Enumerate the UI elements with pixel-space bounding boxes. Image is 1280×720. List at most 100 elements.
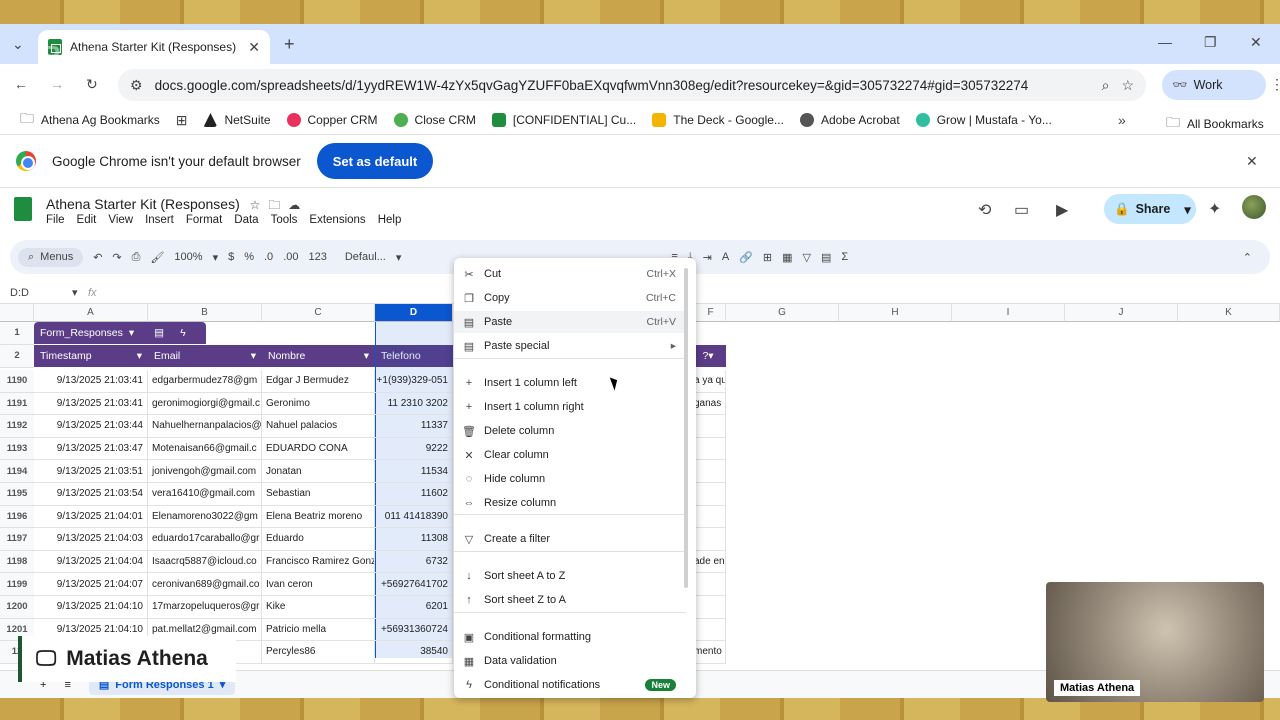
table-view-icon[interactable]: ▤ [154, 327, 164, 339]
table-cell[interactable]: Motenaisan66@gmail.c [148, 437, 262, 461]
table-cell[interactable]: 011 41418390 [375, 505, 453, 529]
link-icon[interactable]: 🔗 [739, 251, 753, 264]
menu-item-paste[interactable]: ▤ Paste Ctrl+V [454, 311, 684, 333]
back-icon[interactable]: ← [14, 76, 28, 92]
menu-view[interactable]: View [108, 214, 133, 226]
set-default-button[interactable]: Set as default [316, 143, 434, 179]
bookmark-copper[interactable]: Copper CRM [281, 113, 384, 127]
table-cell[interactable]: Edgar J Bermudez [262, 370, 375, 393]
bookmark-acrobat[interactable]: Adobe Acrobat [794, 113, 906, 127]
font-dropdown-icon[interactable]: ▾ [396, 251, 402, 264]
table-name-chip[interactable]: Form_Responses ▾ ▤ ϟ [34, 322, 206, 344]
table-cell[interactable]: Kike [262, 596, 375, 619]
column-header-a[interactable]: A [34, 304, 148, 322]
star-icon[interactable]: ☆ [250, 198, 261, 212]
menu-item-insert-1-column-right[interactable]: + Insert 1 column right [454, 396, 684, 418]
menu-data[interactable]: Data [234, 214, 258, 226]
table-cell[interactable]: +56931360724 [375, 618, 453, 642]
table-cell[interactable]: 9/13/2025 21:03:51 [34, 460, 148, 483]
user-avatar[interactable] [1242, 195, 1266, 219]
row-header[interactable]: 1 [0, 322, 34, 345]
menu-item-clear-column[interactable]: ✕ Clear column [454, 444, 684, 466]
table-cell[interactable]: 9/13/2025 21:03:54 [34, 483, 148, 506]
reload-icon[interactable]: ↻ [86, 76, 98, 93]
row-header[interactable]: 1194 [0, 460, 34, 483]
table-cell[interactable]: 9/13/2025 21:03:41 [34, 392, 148, 416]
wrap-icon[interactable]: ⇥ [703, 251, 712, 264]
functions-icon[interactable]: Σ [841, 251, 848, 263]
menu-item-data-validation[interactable]: ▦ Data validation [454, 650, 684, 672]
menu-insert[interactable]: Insert [145, 214, 174, 226]
menu-item-copy[interactable]: ❐ Copy Ctrl+C [454, 287, 684, 309]
row-header[interactable]: 1191 [0, 392, 34, 416]
zoom-icon[interactable]: ⌕ [1102, 77, 1110, 94]
table-cell[interactable]: 11602 [375, 483, 453, 506]
menu-item-create-a-filter[interactable]: ▽ Create a filter [454, 528, 684, 550]
row-header[interactable]: 1197 [0, 528, 34, 551]
table-header-timestamp[interactable]: Timestamp ▾ [34, 345, 148, 367]
table-cell[interactable]: 9/13/2025 21:04:04 [34, 550, 148, 574]
row-header[interactable]: 1195 [0, 483, 34, 506]
name-box[interactable]: D:D [0, 287, 72, 299]
filter-icon[interactable]: ▽ [803, 251, 811, 264]
row-header[interactable]: 2 [0, 345, 34, 368]
menu-item-resize-column[interactable]: ⇔ Resize column [454, 492, 684, 514]
table-cell[interactable]: 11534 [375, 460, 453, 483]
more-bookmarks-icon[interactable]: » [1118, 112, 1126, 128]
row-header[interactable]: 1199 [0, 573, 34, 596]
table-cell[interactable]: 6732 [375, 550, 453, 574]
menu-file[interactable]: File [46, 214, 65, 226]
bookmark-grow[interactable]: Grow | Mustafa - Yo... [910, 113, 1058, 127]
column-header-c[interactable]: C [262, 304, 375, 322]
table-cell[interactable]: Geronimo [262, 392, 375, 416]
column-header-k[interactable]: K [1178, 304, 1280, 322]
zoom-dropdown-icon[interactable]: ▾ [213, 251, 219, 264]
font-select[interactable]: Defaul... [345, 251, 386, 263]
rotate-icon[interactable]: A [722, 251, 729, 263]
table-cell[interactable]: 9/13/2025 21:04:07 [34, 573, 148, 596]
filter-views-icon[interactable]: ▤ [821, 251, 831, 264]
close-tab-icon[interactable]: ✕ [248, 39, 260, 56]
menu-item-conditional-formatting[interactable]: ▣ Conditional formatting [454, 626, 684, 648]
share-dropdown-icon[interactable]: ▾ [1184, 202, 1190, 217]
select-all-corner[interactable] [0, 304, 34, 322]
column-header-h[interactable]: H [839, 304, 952, 322]
table-cell[interactable]: 9/13/2025 21:03:47 [34, 437, 148, 461]
column-header-j[interactable]: J [1065, 304, 1178, 322]
name-box-dropdown-icon[interactable]: ▾ [72, 286, 88, 299]
table-cell[interactable]: 9/13/2025 21:04:01 [34, 505, 148, 529]
row-header[interactable]: 1190 [0, 370, 34, 393]
number-format-button[interactable]: 123 [308, 251, 326, 263]
table-cell[interactable]: Isaacrq5887@icloud.co [148, 550, 262, 574]
context-menu-scrollbar[interactable] [684, 268, 688, 588]
bookmark-close[interactable]: Close CRM [388, 113, 482, 127]
table-dropdown-icon[interactable]: ▾ [129, 327, 134, 339]
table-cell[interactable]: Nahuelhernanpalacios@ [148, 415, 262, 438]
close-window-icon[interactable]: ✕ [1250, 34, 1262, 51]
row-header[interactable]: 1198 [0, 550, 34, 574]
menu-item-sort-sheet-a-to-z[interactable]: ↓ Sort sheet A to Z [454, 565, 684, 587]
increase-decimal-button[interactable]: .00 [283, 251, 298, 263]
menu-item-conditional-notifications[interactable]: ϟ Conditional notifications New [454, 674, 684, 696]
undo-icon[interactable]: ↶ [93, 251, 102, 264]
table-automation-icon[interactable]: ϟ [180, 327, 186, 339]
table-cell[interactable]: +56927641702 [375, 573, 453, 596]
version-history-icon[interactable]: ⟲ [978, 200, 991, 220]
table-cell[interactable]: Nahuel palacios [262, 415, 375, 438]
column-header-b[interactable]: B [148, 304, 262, 322]
table-header-email[interactable]: Email ▾ [148, 345, 262, 367]
insert-comment-icon[interactable]: ⊞ [763, 251, 772, 264]
new-tab-icon[interactable]: + [284, 34, 295, 55]
table-cell[interactable]: +1(939)329-051 [375, 370, 453, 393]
table-cell[interactable]: geronimogiorgi@gmail.c [148, 392, 262, 416]
table-cell[interactable]: Percyles86 [262, 641, 375, 664]
search-menus[interactable]: ⌕ Menus [18, 247, 84, 267]
menu-edit[interactable]: Edit [77, 214, 97, 226]
table-cell[interactable]: 11308 [375, 528, 453, 551]
table-cell[interactable]: Jonatan [262, 460, 375, 483]
table-cell[interactable]: Eduardo [262, 528, 375, 551]
menu-tools[interactable]: Tools [271, 214, 298, 226]
forward-icon[interactable]: → [50, 76, 64, 92]
table-cell[interactable]: 9/13/2025 21:03:41 [34, 370, 148, 393]
close-infobar-icon[interactable]: ✕ [1246, 153, 1258, 170]
